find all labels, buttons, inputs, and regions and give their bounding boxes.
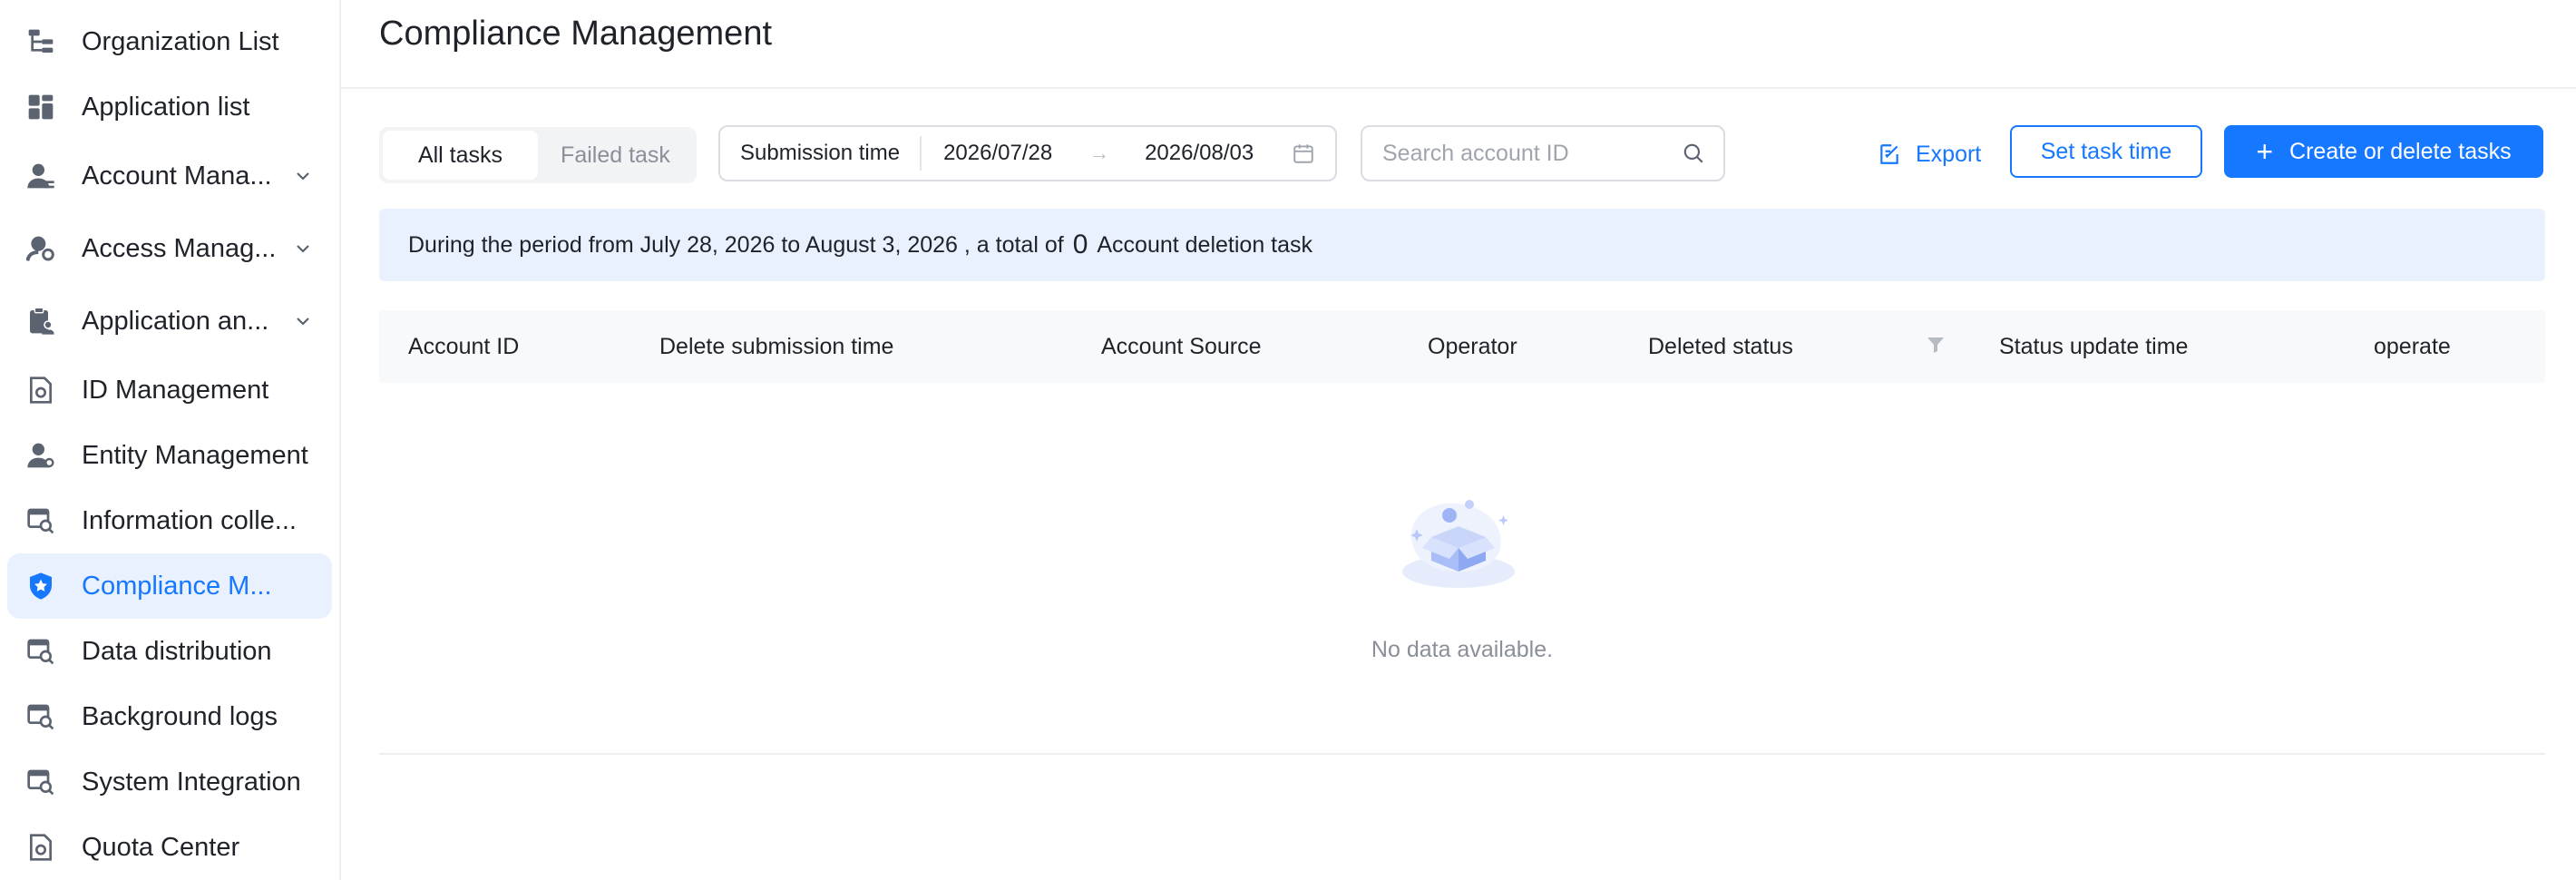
tab-failed-task[interactable]: Failed task xyxy=(538,131,693,180)
account-icon xyxy=(25,161,56,191)
sidebar-item-label: Information colle... xyxy=(82,505,297,535)
search-icon[interactable] xyxy=(1682,142,1705,165)
quota-doc-icon xyxy=(25,832,56,863)
column-header-account-id: Account ID xyxy=(408,333,520,359)
sidebar-item-organization-list[interactable]: Organization List xyxy=(7,9,332,74)
sidebar-item-label: Entity Management xyxy=(82,440,308,470)
calendar-icon[interactable] xyxy=(1292,142,1315,165)
sidebar-item-access-management[interactable]: Access Manag... xyxy=(7,212,332,285)
data-search-icon xyxy=(25,636,56,667)
notice-suffix: Account deletion task xyxy=(1097,231,1313,258)
sidebar-item-label: Data distribution xyxy=(82,636,272,666)
sidebar-item-label: Organization List xyxy=(82,26,279,56)
sidebar-item-id-management[interactable]: ID Management xyxy=(7,357,332,423)
empty-text: No data available. xyxy=(1371,637,1554,662)
export-label: Export xyxy=(1916,141,1982,167)
start-date-input[interactable]: 2026/07/28 xyxy=(922,141,1083,166)
search-box xyxy=(1361,125,1725,181)
sidebar-item-background-logs[interactable]: Background logs xyxy=(7,684,332,749)
column-header-delete-submission-time: Delete submission time xyxy=(659,333,894,359)
org-tree-icon xyxy=(25,26,56,57)
create-label: Create or delete tasks xyxy=(2289,138,2512,164)
empty-state: No data available. xyxy=(379,383,2545,755)
sidebar-item-quota-center[interactable]: Quota Center xyxy=(7,815,332,880)
table-header: Account ID Delete submission time Accoun… xyxy=(379,310,2545,383)
column-header-operator: Operator xyxy=(1428,333,1517,359)
end-date-input[interactable]: 2026/08/03 xyxy=(1123,141,1284,166)
export-icon xyxy=(1880,144,1898,164)
empty-box-icon xyxy=(1402,500,1515,588)
column-header-deleted-status: Deleted status xyxy=(1648,333,1793,359)
sidebar-item-label: Application list xyxy=(82,92,250,122)
chevron-down-icon[interactable] xyxy=(292,310,314,332)
filter-icon[interactable] xyxy=(1925,334,1947,356)
search-input[interactable] xyxy=(1382,140,1673,167)
range-arrow-icon: → xyxy=(1089,142,1110,164)
notice-prefix: During the period from July 28, 2026 to … xyxy=(408,231,1064,258)
id-doc-icon xyxy=(25,375,56,406)
column-header-account-source: Account Source xyxy=(1101,333,1262,359)
toolbar: All tasks Failed task Submission time 20… xyxy=(379,89,2545,207)
info-search-icon xyxy=(25,505,56,536)
chevron-down-icon[interactable] xyxy=(292,165,314,187)
set-task-time-button[interactable]: Set task time xyxy=(2010,125,2202,178)
entity-icon xyxy=(25,440,56,471)
sidebar-item-label: Access Manag... xyxy=(82,233,277,263)
grid-apps-icon xyxy=(25,92,56,122)
sidebar-item-label: ID Management xyxy=(82,375,269,405)
range-label: Submission time xyxy=(720,136,922,171)
summary-notice: During the period from July 28, 2026 to … xyxy=(379,209,2545,281)
sidebar-item-application-list[interactable]: Application list xyxy=(7,74,332,140)
sidebar-item-label: Quota Center xyxy=(82,832,240,862)
sidebar-item-data-distribution[interactable]: Data distribution xyxy=(7,619,332,684)
sidebar-item-label: Account Mana... xyxy=(82,161,272,191)
sidebar-item-label: Background logs xyxy=(82,701,278,731)
clipboard-user-icon xyxy=(25,306,56,337)
sidebar-item-application-and[interactable]: Application an... xyxy=(7,285,332,357)
sidebar: Organization List Application list Accou… xyxy=(0,0,341,880)
tab-all-tasks[interactable]: All tasks xyxy=(383,131,538,180)
sidebar-item-label: System Integration xyxy=(82,767,301,797)
task-filter-tabs: All tasks Failed task xyxy=(379,127,697,183)
create-or-delete-tasks-button[interactable]: + Create or delete tasks xyxy=(2224,125,2543,178)
sidebar-item-label: Application an... xyxy=(82,306,269,336)
logs-search-icon xyxy=(25,701,56,732)
integration-search-icon xyxy=(25,767,56,797)
column-header-operate: operate xyxy=(2374,333,2451,359)
chevron-down-icon[interactable] xyxy=(292,238,314,259)
page-title: Compliance Management xyxy=(379,15,773,53)
sidebar-item-label: Compliance M... xyxy=(82,571,272,601)
sidebar-item-system-integration[interactable]: System Integration xyxy=(7,749,332,815)
column-header-status-update-time: Status update time xyxy=(1999,333,2189,359)
content-area: All tasks Failed task Submission time 20… xyxy=(341,89,2576,755)
export-button[interactable]: Export xyxy=(1878,129,1981,180)
sidebar-item-entity-management[interactable]: Entity Management xyxy=(7,423,332,488)
plus-icon: + xyxy=(2256,135,2274,168)
notice-count: 0 xyxy=(1072,230,1088,259)
main-content: Compliance Management All tasks Failed t… xyxy=(341,0,2576,880)
submission-time-range-picker[interactable]: Submission time 2026/07/28 → 2026/08/03 xyxy=(718,125,1337,181)
shield-star-icon xyxy=(25,571,56,601)
app-root: Organization List Application list Accou… xyxy=(0,0,2576,880)
sidebar-item-information-collection[interactable]: Information colle... xyxy=(7,488,332,553)
sidebar-item-account-management[interactable]: Account Mana... xyxy=(7,140,332,212)
access-icon xyxy=(25,233,56,264)
page-header: Compliance Management xyxy=(341,0,2576,89)
sidebar-item-compliance-management[interactable]: Compliance M... xyxy=(7,553,332,619)
